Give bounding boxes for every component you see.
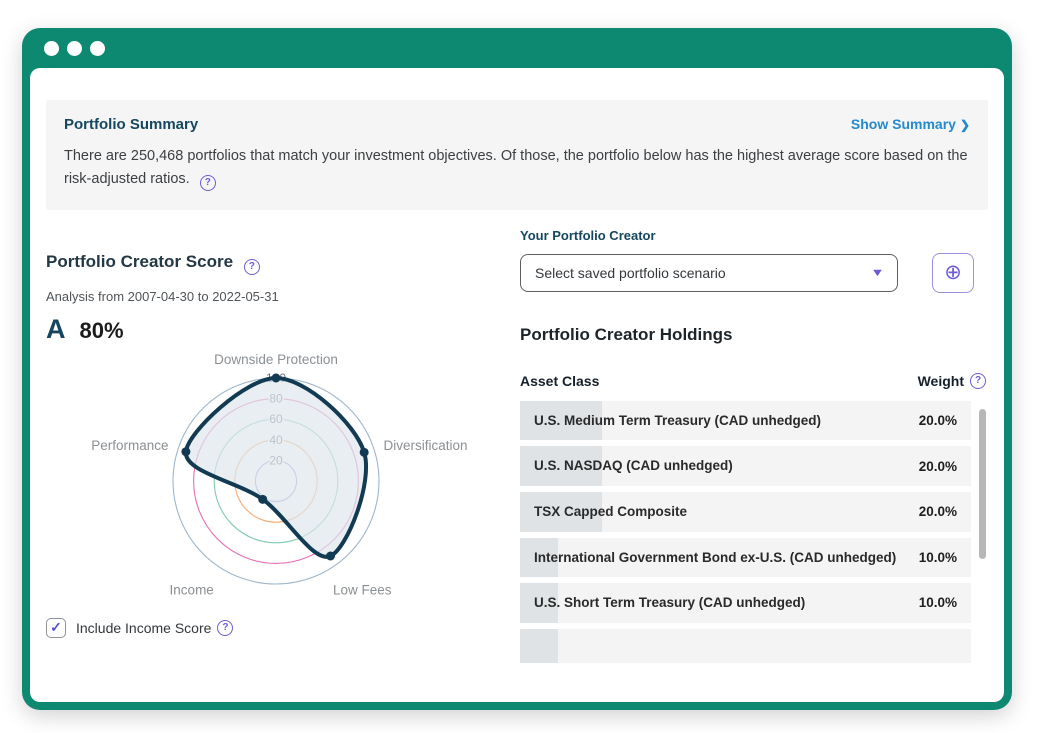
table-scrollbar[interactable]: [979, 409, 986, 559]
table-row[interactable]: International Government Bond ex-U.S. (C…: [520, 538, 971, 578]
score-title: Portfolio Creator Score ?: [46, 252, 520, 275]
portfolio-summary-text: There are 250,468 portfolios that match …: [64, 145, 970, 192]
scenario-select[interactable]: Select saved portfolio scenario ▼: [520, 254, 898, 292]
svg-text:Income: Income: [170, 582, 214, 597]
asset-class-cell: U.S. NASDAQ (CAD unhedged): [534, 458, 743, 474]
include-income-label: Include Income Score: [76, 620, 211, 636]
weight-cell: 20.0%: [919, 504, 957, 519]
svg-text:Downside Protection: Downside Protection: [214, 352, 338, 367]
asset-class-cell: TSX Capped Composite: [534, 504, 697, 520]
weight-cell: 20.0%: [919, 413, 957, 428]
score-grade: A: [46, 314, 66, 345]
help-icon[interactable]: ?: [217, 620, 233, 636]
table-row[interactable]: U.S. NASDAQ (CAD unhedged) 20.0%: [520, 446, 971, 486]
window-titlebar: [22, 28, 1012, 68]
weight-cell: 10.0%: [919, 550, 957, 565]
scenario-select-value: Select saved portfolio scenario: [535, 265, 726, 281]
svg-text:Performance: Performance: [91, 438, 168, 453]
asset-class-cell: U.S. Medium Term Treasury (CAD unhedged): [534, 413, 831, 429]
help-icon[interactable]: ?: [970, 373, 986, 389]
portfolio-summary-title: Portfolio Summary: [64, 116, 198, 133]
include-income-row: ✓ Include Income Score ?: [46, 618, 520, 638]
help-icon[interactable]: ?: [244, 259, 260, 275]
window-dot[interactable]: [67, 41, 82, 56]
holdings-column: Your Portfolio Creator Select saved port…: [520, 210, 988, 663]
svg-text:Low Fees: Low Fees: [333, 582, 392, 597]
asset-class-cell: U.S. Short Term Treasury (CAD unhedged): [534, 595, 815, 611]
weight-cell: 20.0%: [919, 459, 957, 474]
window-dot[interactable]: [90, 41, 105, 56]
page-content: Portfolio Summary Show Summary❯ There ar…: [30, 68, 1004, 702]
check-icon: ✓: [50, 619, 62, 636]
chevron-right-icon: ❯: [960, 118, 970, 132]
score-column: Portfolio Creator Score ? Analysis from …: [46, 210, 520, 663]
column-header-weight: Weight ?: [918, 373, 986, 389]
add-scenario-button[interactable]: ⊕: [932, 253, 974, 293]
caret-down-icon: ▼: [870, 267, 885, 279]
include-income-checkbox[interactable]: ✓: [46, 618, 66, 638]
analysis-range: Analysis from 2007-04-30 to 2022-05-31: [46, 289, 520, 304]
app-window: Portfolio Summary Show Summary❯ There ar…: [22, 28, 1012, 710]
table-row-partial: [520, 629, 971, 663]
score-percent: 80%: [80, 318, 124, 344]
radar-chart: 20406080100Downside ProtectionDiversific…: [44, 349, 520, 606]
portfolio-creator-label: Your Portfolio Creator: [520, 228, 988, 243]
table-row[interactable]: TSX Capped Composite 20.0%: [520, 492, 971, 532]
holdings-title: Portfolio Creator Holdings: [520, 325, 988, 345]
window-dot[interactable]: [44, 41, 59, 56]
weight-cell: 10.0%: [919, 595, 957, 610]
portfolio-summary-panel: Portfolio Summary Show Summary❯ There ar…: [46, 100, 988, 210]
table-row[interactable]: U.S. Medium Term Treasury (CAD unhedged)…: [520, 401, 971, 441]
table-row[interactable]: U.S. Short Term Treasury (CAD unhedged) 1…: [520, 583, 971, 623]
plus-circle-icon: ⊕: [944, 260, 962, 285]
show-summary-link[interactable]: Show Summary❯: [851, 116, 970, 132]
holdings-table: U.S. Medium Term Treasury (CAD unhedged)…: [520, 401, 988, 663]
column-header-asset-class: Asset Class: [520, 373, 599, 389]
asset-class-cell: International Government Bond ex-U.S. (C…: [534, 550, 906, 566]
svg-text:Diversification: Diversification: [383, 438, 467, 453]
help-icon[interactable]: ?: [200, 175, 216, 191]
